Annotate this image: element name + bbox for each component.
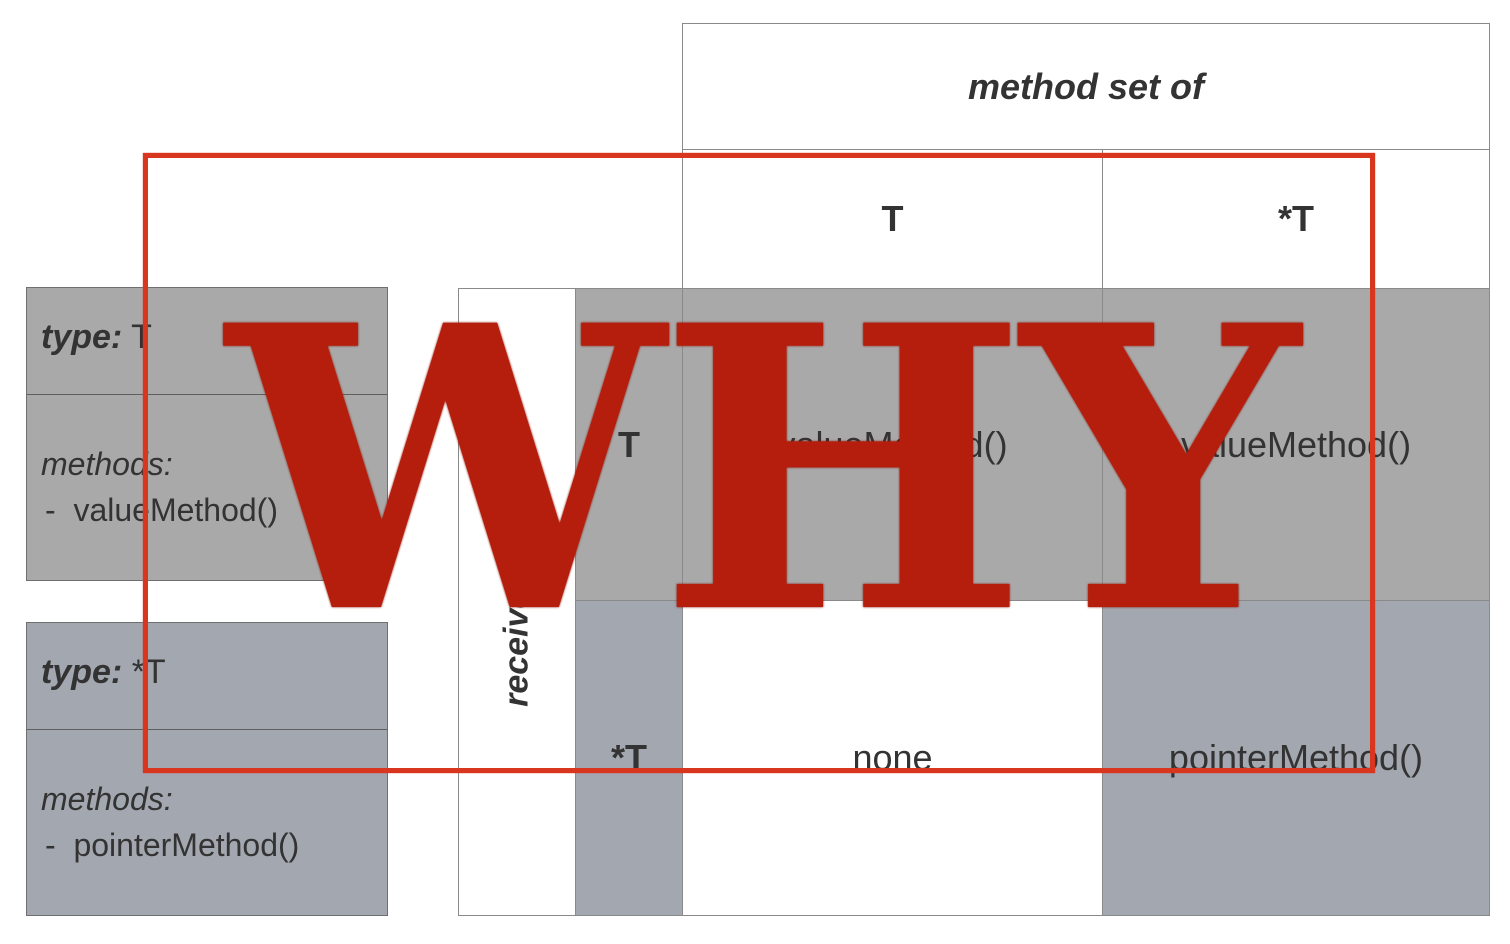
method-set-title: method set of: [967, 65, 1204, 107]
method-set-header: method set of: [682, 23, 1490, 150]
methods-label: methods:: [41, 781, 173, 817]
method-list-item: - pointerMethod(): [45, 827, 300, 863]
type-keyword: type:: [41, 318, 123, 356]
why-stamp-text: WHY: [226, 241, 1300, 699]
method-name: pointerMethod(): [73, 827, 300, 863]
type-keyword: type:: [41, 653, 123, 691]
